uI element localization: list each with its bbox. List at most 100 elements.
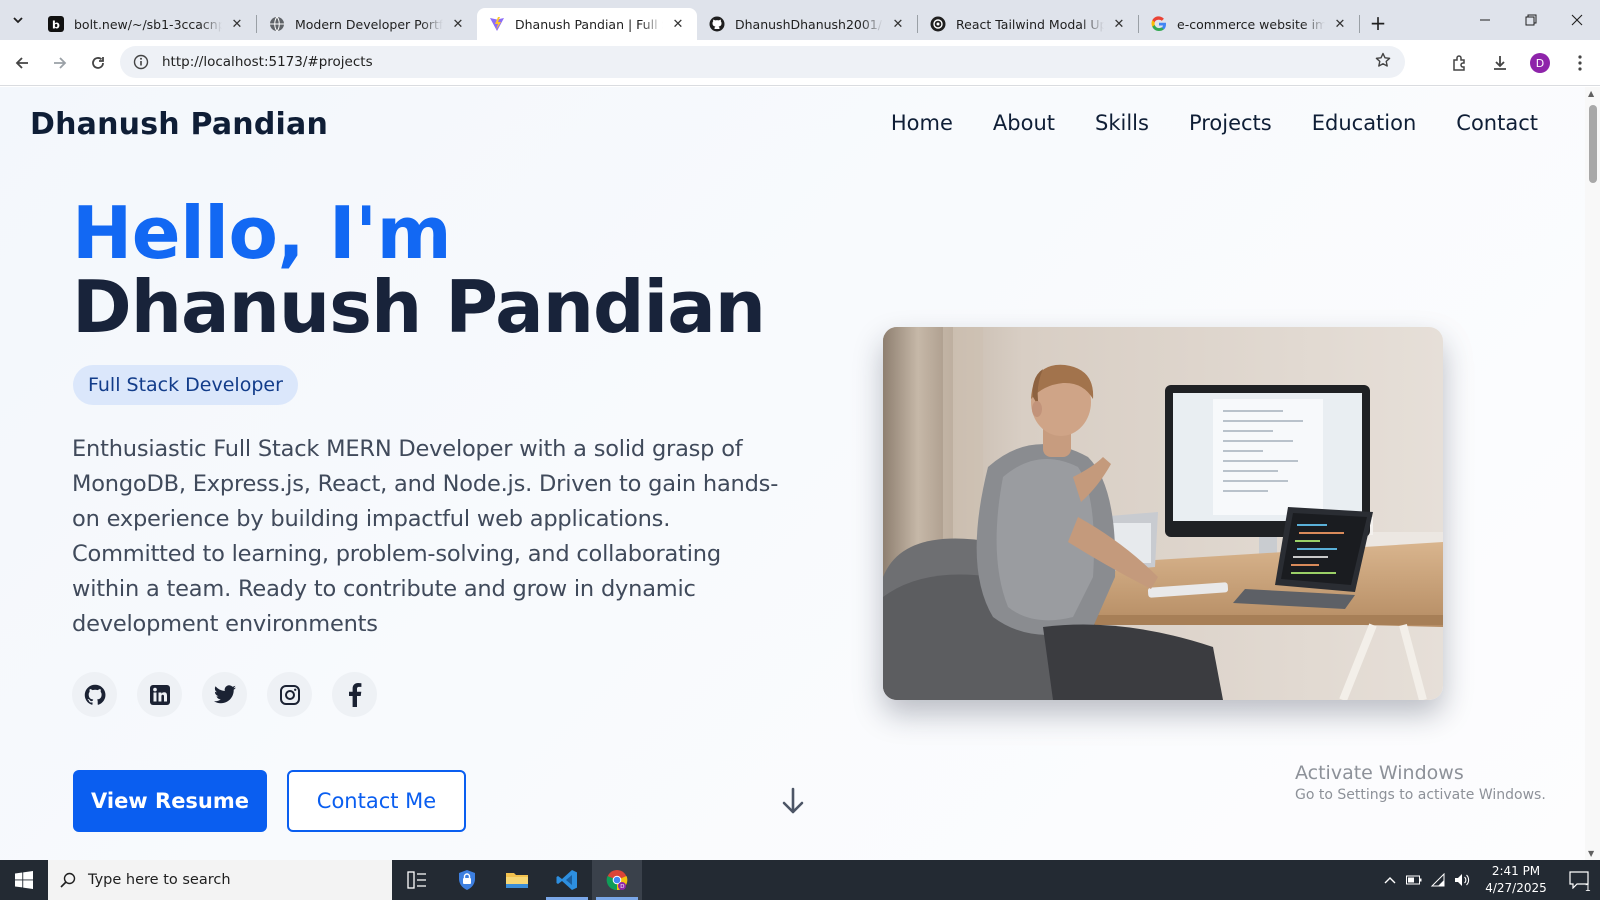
taskbar-file-explorer[interactable]	[492, 860, 542, 900]
linkedin-link[interactable]	[137, 672, 182, 717]
browser-tab[interactable]: e-commerce website images ✕	[1139, 8, 1359, 40]
extensions-button[interactable]	[1440, 40, 1480, 86]
tab-search-button[interactable]	[0, 0, 36, 40]
download-icon	[1494, 56, 1506, 70]
instagram-link[interactable]	[267, 672, 312, 717]
globe-favicon-icon	[269, 16, 285, 32]
system-tray: 2:41 PM 4/27/2025 1	[1378, 860, 1600, 900]
hero-bio: Enthusiastic Full Stack MERN Developer w…	[72, 436, 779, 637]
action-center-button[interactable]: 1	[1558, 871, 1600, 894]
browser-menu-button[interactable]	[1560, 40, 1600, 86]
portfolio-page: Dhanush Pandian Home About Skills Projec…	[0, 87, 1585, 860]
nav-contact[interactable]: Contact	[1456, 111, 1538, 135]
nav-skills[interactable]: Skills	[1095, 111, 1149, 135]
clock-time: 2:41 PM	[1491, 864, 1541, 878]
arrow-left-icon	[15, 56, 28, 69]
contact-me-button[interactable]: Contact Me	[287, 770, 466, 832]
battery-status[interactable]	[1402, 875, 1426, 885]
profile-avatar[interactable]: D	[1530, 53, 1550, 73]
taskbar-chrome[interactable]: D	[592, 860, 642, 900]
taskbar-search-box[interactable]: Type here to search	[48, 860, 392, 900]
nav-projects[interactable]: Projects	[1189, 111, 1272, 135]
browser-tab-strip: b bolt.new/~/sb1-3ccacnpw ✕ Modern Devel…	[0, 0, 1600, 40]
windows-activation-watermark: Activate Windows Go to Settings to activ…	[1295, 762, 1546, 803]
taskbar-security-app[interactable]	[442, 860, 492, 900]
nav-home[interactable]: Home	[891, 111, 953, 135]
address-bar[interactable]: http://localhost:5173/#projects	[120, 46, 1405, 78]
minimize-button[interactable]	[1462, 0, 1508, 40]
taskbar-search-placeholder: Type here to search	[88, 872, 231, 888]
view-resume-button[interactable]: View Resume	[73, 770, 267, 832]
site-nav: Home About Skills Projects Education Con…	[891, 111, 1538, 135]
plus-icon: +	[1369, 11, 1387, 35]
downloads-button[interactable]	[1480, 40, 1520, 86]
twitter-link[interactable]	[202, 672, 247, 717]
close-window-button[interactable]	[1554, 0, 1600, 40]
browser-tab-active[interactable]: Dhanush Pandian | Full Stack Developer ✕	[477, 8, 697, 40]
tab-title: e-commerce website images	[1177, 16, 1325, 32]
nav-about[interactable]: About	[993, 111, 1055, 135]
close-tab-icon[interactable]: ✕	[669, 17, 687, 32]
linkedin-icon	[149, 684, 170, 705]
close-tab-icon[interactable]: ✕	[228, 17, 246, 32]
task-view-icon	[407, 871, 426, 889]
browser-toolbar: http://localhost:5173/#projects D	[0, 40, 1600, 86]
tab-title: Modern Developer Portfolio Website	[295, 16, 443, 32]
browser-tab[interactable]: React Tailwind Modal Update ✕	[918, 8, 1138, 40]
browser-tab[interactable]: Modern Developer Portfolio Website ✕	[257, 8, 477, 40]
url-text[interactable]: http://localhost:5173/#projects	[162, 54, 1373, 70]
browser-tab[interactable]: b bolt.new/~/sb1-3ccacnpw ✕	[36, 8, 256, 40]
taskbar-vscode[interactable]	[542, 860, 592, 900]
watermark-subtitle: Go to Settings to activate Windows.	[1295, 787, 1546, 803]
page-scrollbar[interactable]: ▲ ▼	[1585, 87, 1600, 860]
taskbar-clock[interactable]: 2:41 PM 4/27/2025	[1474, 863, 1558, 897]
nav-education[interactable]: Education	[1312, 111, 1417, 135]
tab-title: bolt.new/~/sb1-3ccacnpw	[74, 16, 222, 32]
network-status[interactable]	[1426, 873, 1450, 887]
close-tab-icon[interactable]: ✕	[449, 17, 467, 32]
speaker-icon	[1455, 874, 1470, 886]
github-link[interactable]	[72, 672, 117, 717]
role-badge: Full Stack Developer	[73, 365, 298, 405]
reload-button[interactable]	[80, 45, 116, 81]
restore-button[interactable]	[1508, 0, 1554, 40]
bookmark-star-icon[interactable]	[1373, 52, 1393, 72]
scroll-down-button-icon[interactable]: ▼	[1588, 849, 1594, 858]
notification-count: 1	[1584, 883, 1591, 894]
close-tab-icon[interactable]: ✕	[1110, 17, 1128, 32]
forward-button[interactable]	[42, 45, 78, 81]
kebab-menu-icon	[1578, 55, 1582, 71]
volume-control[interactable]	[1450, 873, 1474, 887]
windows-logo-icon	[15, 871, 33, 889]
hero-greeting: Hello, I'm	[72, 191, 452, 275]
tab-title: DhanushDhanush2001/E-Commerce	[735, 16, 883, 32]
search-icon	[60, 872, 76, 888]
site-info-icon[interactable]	[132, 53, 150, 71]
clock-date: 4/27/2025	[1485, 881, 1547, 895]
task-view-button[interactable]	[392, 860, 442, 900]
social-links	[72, 672, 377, 717]
wifi-icon	[1430, 873, 1445, 887]
scrollbar-thumb[interactable]	[1589, 105, 1597, 183]
close-tab-icon[interactable]: ✕	[889, 17, 907, 32]
close-tab-icon[interactable]: ✕	[1331, 17, 1349, 32]
site-brand[interactable]: Dhanush Pandian	[30, 107, 328, 142]
hero-name: Dhanush Pandian	[72, 265, 766, 349]
puzzle-icon	[1453, 55, 1465, 71]
tab-title: React Tailwind Modal Update	[956, 16, 1104, 32]
scroll-up-arrow-icon[interactable]: ▲	[1588, 89, 1594, 98]
svg-text:b: b	[52, 19, 60, 32]
back-button[interactable]	[4, 45, 40, 81]
start-button[interactable]	[0, 860, 48, 900]
svg-text:D: D	[620, 884, 624, 890]
browser-tab[interactable]: DhanushDhanush2001/E-Commerce ✕	[697, 8, 917, 40]
new-tab-button[interactable]: +	[1360, 7, 1396, 39]
facebook-link[interactable]	[332, 672, 377, 717]
reload-icon	[92, 56, 104, 69]
folder-icon	[506, 873, 528, 888]
facebook-icon	[348, 682, 361, 707]
scroll-down-arrow-icon[interactable]	[781, 787, 805, 819]
shield-icon	[459, 870, 475, 890]
show-hidden-icons-button[interactable]	[1378, 876, 1402, 884]
arrow-right-icon	[54, 56, 67, 69]
